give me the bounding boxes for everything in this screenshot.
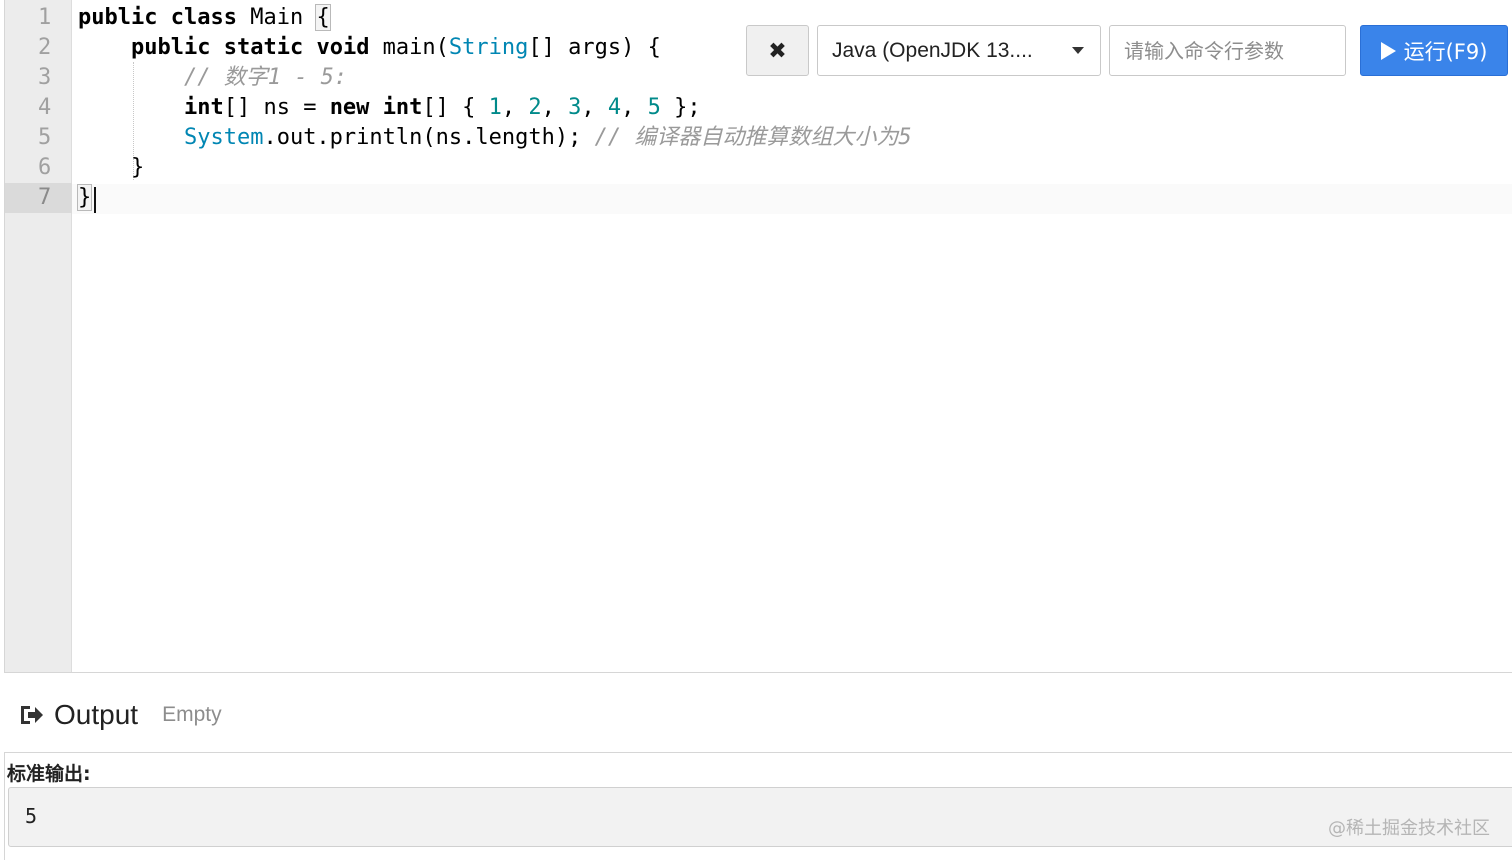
run-button-label: 运行(F9) <box>1403 39 1488 64</box>
type-token: System <box>183 125 264 150</box>
code-editor[interactable]: 1234567 public class Main { public stati… <box>4 0 1512 673</box>
comment-token: // 数字1 - 5: <box>183 65 348 90</box>
sign-out-icon <box>21 706 43 724</box>
text-cursor <box>94 187 96 213</box>
bracket-token: } <box>76 184 93 211</box>
x-mark-icon: ✖ <box>768 37 787 63</box>
run-button[interactable]: 运行(F9) <box>1360 25 1508 76</box>
comment-token: // 编译器自动推算数组大小为5 <box>594 125 912 150</box>
line-number: 6 <box>38 155 52 180</box>
number-token: 1 <box>488 95 502 120</box>
output-status: Empty <box>162 703 222 726</box>
keyword-token: int <box>382 95 423 120</box>
code-line[interactable]: int[] ns = new int[] { 1, 2, 3, 4, 5 }; <box>78 93 701 123</box>
code-line[interactable]: public static void main(String[] args) { <box>78 33 661 63</box>
code-token: , <box>621 95 648 120</box>
language-select[interactable]: Java (OpenJDK 13.... <box>817 25 1101 76</box>
line-number-gutter: 1 2 3 4 5 6 7 <box>5 0 72 672</box>
clear-button[interactable]: ✖ <box>746 25 809 76</box>
code-token: main( <box>369 35 449 60</box>
stdout-box[interactable]: 5 <box>8 787 1512 847</box>
watermark: @稀土掘金技术社区 <box>1328 818 1490 839</box>
line-number: 1 <box>38 5 52 30</box>
number-token: 3 <box>568 95 582 120</box>
output-panel: 标准输出: 5 <box>4 752 1512 860</box>
code-token: , <box>541 95 569 120</box>
line-number: 2 <box>38 35 52 60</box>
number-token: 5 <box>647 95 661 120</box>
code-token: .out.println(ns.length); <box>263 125 595 150</box>
stdout-label: 标准输出: <box>7 763 91 785</box>
language-select-value: Java (OpenJDK 13.... <box>832 38 1033 62</box>
type-token: String <box>448 35 529 60</box>
stdout-value: 5 <box>25 804 38 828</box>
code-line[interactable]: public class Main { <box>78 3 331 33</box>
line-number: 3 <box>38 65 52 90</box>
code-line[interactable]: // 数字1 - 5: <box>78 63 347 93</box>
keyword-token: static <box>223 35 304 60</box>
keyword-token: new <box>329 95 370 120</box>
line-number: 4 <box>38 95 52 120</box>
output-title: Output <box>54 699 139 730</box>
keyword-token: public <box>78 5 158 30</box>
run-toolbar: ✖ Java (OpenJDK 13.... 运行(F9) <box>746 25 1508 76</box>
code-line[interactable]: } <box>78 153 144 183</box>
number-token: 4 <box>607 95 622 120</box>
caret-down-icon <box>1072 47 1084 54</box>
code-token: Main <box>236 5 317 30</box>
keyword-token: void <box>316 35 370 60</box>
code-token: [] ns = <box>223 95 330 120</box>
keyword-token: int <box>183 95 224 120</box>
output-header: Output Empty <box>18 695 222 735</box>
number-token: 2 <box>528 95 542 120</box>
active-line-highlight <box>72 184 1512 214</box>
keyword-token: public <box>130 35 211 60</box>
line-number: 7 <box>5 183 72 213</box>
code-line[interactable]: } <box>76 183 93 213</box>
code-token: }; <box>660 95 701 120</box>
code-line[interactable]: System.out.println(ns.length); // 编译器自动推… <box>78 123 912 153</box>
play-icon <box>1380 41 1396 60</box>
keyword-token: class <box>170 5 237 30</box>
code-token: , <box>501 95 529 120</box>
code-token: [] { <box>422 95 489 120</box>
command-line-args-input[interactable] <box>1109 25 1346 76</box>
code-token: [] args) { <box>528 35 661 60</box>
line-number: 5 <box>38 125 52 150</box>
code-token: } <box>78 155 145 180</box>
code-token: , <box>581 95 608 120</box>
bracket-token: { <box>315 4 331 31</box>
